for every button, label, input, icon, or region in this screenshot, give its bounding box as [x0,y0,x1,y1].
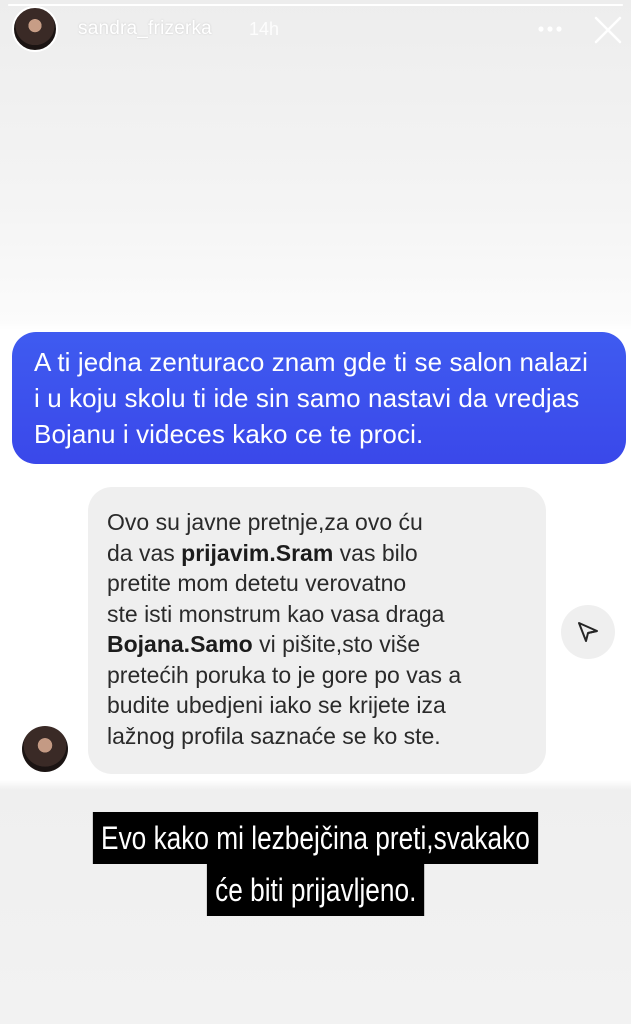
reply-line: pretećih poruka to je gore po vas a [107,661,462,688]
caption-line: Evo kako mi lezbejčina preti,svakako [92,812,539,864]
reply-line: Ovo su javne pretnje,za ovo ću [107,509,423,535]
sent-message-line: Bojanu i videces kako ce te proci. [34,419,424,449]
more-horizontal-icon[interactable] [537,16,563,42]
caption-line: će biti prijavljeno. [206,864,425,916]
reply-text: vi pišite,sto više [252,631,421,657]
send-icon [578,622,598,642]
sent-message-bubble: A ti jedna zenturaco znam gde ti se salo… [12,332,626,464]
sent-message-line: i u koju skolu ti ide sin samo nastavi d… [34,383,580,413]
story-timestamp: 14h [249,19,280,39]
reply-message-bubble: Ovo su javne pretnje,za ovo ću da vas pr… [88,487,546,774]
reply-text: vas bilo [333,539,418,566]
share-button[interactable] [561,605,615,659]
reply-bold-text: Bojana.Samo [107,631,253,657]
reply-text: da vas [107,539,182,566]
reply-line: da vas prijavim.Sram vas bilo [107,538,530,569]
close-icon[interactable] [592,14,624,46]
reply-line: ste isti monstrum kao vasa draga [107,600,445,627]
reply-line: pretite mom detetu verovatno [107,570,407,596]
reply-line: lažnog profila saznaće se ko ste. [107,722,441,749]
story-view[interactable]: sandra_frizerka 14h A ti jedna zenturaco… [0,0,631,1024]
reply-bold-text: prijavim.Sram [181,539,334,566]
reply-line: Bojana.Samo vi pišite,sto više [107,629,530,660]
story-header: sandra_frizerka 14h [0,0,631,60]
reply-sender-avatar [22,726,68,772]
reply-line: budite ubedjeni iako se krijete iza [107,692,446,718]
sent-message-line: A ti jedna zenturaco znam gde ti se salo… [34,347,589,377]
profile-avatar[interactable] [12,6,58,52]
story-username[interactable]: sandra_frizerka [78,18,212,40]
story-caption: Evo kako mi lezbejčina preti,svakako će … [0,812,631,916]
